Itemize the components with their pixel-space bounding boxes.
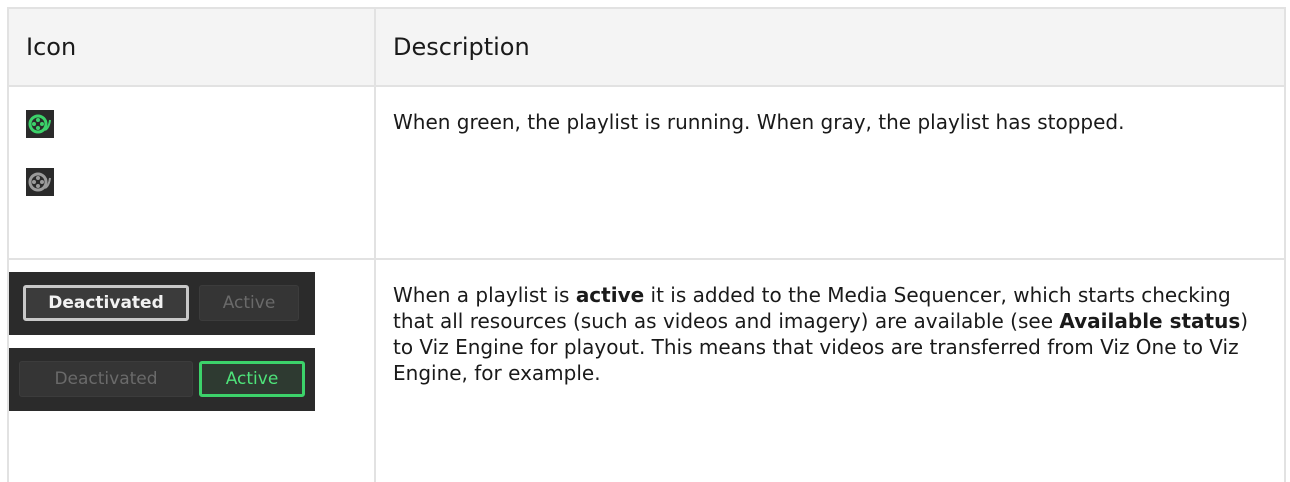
description-cell: When a playlist is active it is added to… xyxy=(374,258,1286,482)
table-header-row: Icon Description xyxy=(7,7,1286,87)
playlist-running-green-icon xyxy=(26,110,54,138)
table-row: When green, the playlist is running. Whe… xyxy=(7,85,1286,260)
deactivated-button[interactable]: Deactivated xyxy=(19,361,193,397)
icon-cell: Deactivated Active Deactivated Active xyxy=(7,258,376,482)
available-status-link[interactable]: Available status xyxy=(1059,309,1240,333)
description-cell: When green, the playlist is running. Whe… xyxy=(374,85,1286,260)
column-header-icon: Icon xyxy=(7,7,376,87)
icon-description-table: Icon Description When green, the playlis… xyxy=(7,7,1286,482)
active-button-selected[interactable]: Active xyxy=(199,361,305,397)
activation-toggle-active: Deactivated Active xyxy=(9,348,315,411)
icon-cell xyxy=(7,85,376,260)
table-row: Deactivated Active Deactivated Active Wh… xyxy=(7,258,1286,482)
activation-toggle-deactivated: Deactivated Active xyxy=(9,272,315,335)
description-text: When green, the playlist is running. Whe… xyxy=(393,110,1125,134)
playlist-stopped-gray-icon xyxy=(26,168,54,196)
bold-term-active: active xyxy=(575,283,645,307)
description-text: When a playlist is xyxy=(393,283,576,307)
column-header-description: Description xyxy=(374,7,1286,87)
deactivated-button-selected[interactable]: Deactivated xyxy=(23,285,189,321)
active-button[interactable]: Active xyxy=(199,285,299,321)
